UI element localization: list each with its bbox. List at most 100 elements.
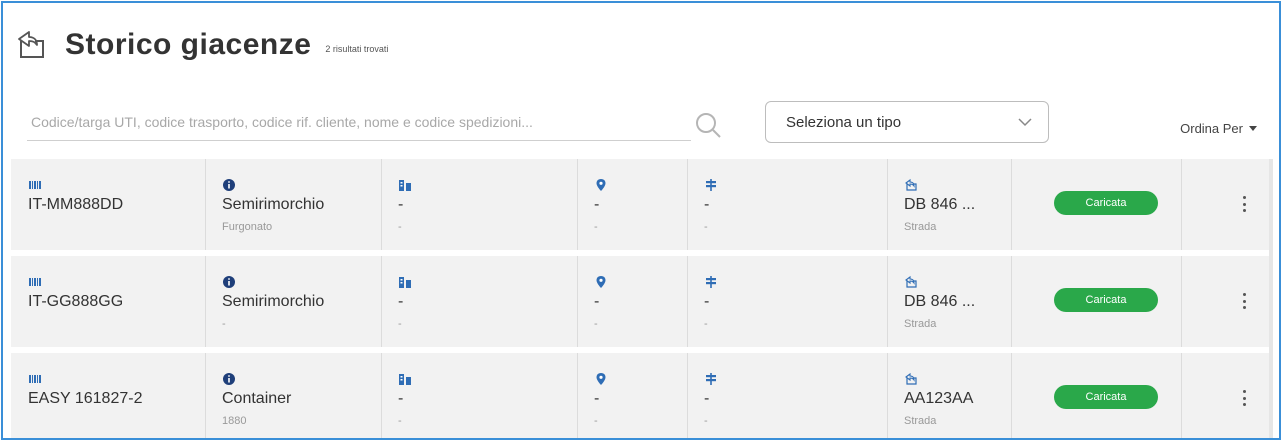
status-badge: Caricata [1054,385,1158,409]
transport-cell: AA123AA Strada [887,353,1011,438]
box-return-icon [905,372,917,385]
building-cell: - - [381,353,577,438]
info-icon [223,276,235,288]
search-input[interactable] [27,107,691,137]
type-cell: Semirimorchio - [205,256,381,347]
location-cell: - - [577,256,687,347]
transport-code: DB 846 ... [904,196,976,213]
status-badge: Caricata [1054,191,1158,215]
result-count: 2 risultati trovati [325,44,389,54]
status-badge: Caricata [1054,288,1158,312]
uti-code: IT-MM888DD [28,196,124,213]
signpost-icon [706,276,716,288]
signal-sub: - [704,221,708,233]
box-return-icon [905,178,917,191]
page-frame: Storico giacenze 2 risultati trovati Sel… [1,1,1281,440]
unit-subtype: - [222,318,226,330]
signal-sub: - [704,415,708,427]
location-value: - [594,390,600,407]
signal-cell: - - [687,353,887,438]
barcode-icon [29,181,41,189]
scrollbar[interactable] [1269,159,1273,438]
location-pin-icon [596,373,606,385]
barcode-icon [29,278,41,286]
more-options-icon[interactable] [1239,193,1249,215]
sort-label: Ordina Per [1180,121,1243,136]
unit-type: Semirimorchio [222,293,325,310]
list-item[interactable]: IT-MM888DD Semirimorchio Furgonato - - -… [11,159,1269,250]
location-pin-icon [596,276,606,288]
search-icon[interactable] [693,110,723,140]
unit-type: Container [222,390,292,407]
list-item[interactable]: EASY 161827-2 Container 1880 - - - - - -… [11,353,1269,438]
location-sub: - [594,221,598,233]
location-pin-icon [596,179,606,191]
divider [1011,159,1012,250]
building-value: - [398,390,404,407]
divider [1011,256,1012,347]
info-icon [223,179,235,191]
caret-down-icon [1249,126,1257,131]
signal-value: - [704,196,710,213]
building-sub: - [398,318,402,330]
type-select[interactable]: Seleziona un tipo [765,101,1049,143]
building-sub: - [398,221,402,233]
uti-code: EASY 161827-2 [28,390,143,407]
location-sub: - [594,415,598,427]
chevron-down-icon [1018,118,1032,127]
results-list: IT-MM888DD Semirimorchio Furgonato - - -… [11,159,1269,438]
transport-mode: Strada [904,221,937,233]
divider [1181,159,1182,250]
transport-mode: Strada [904,415,937,427]
transport-code: DB 846 ... [904,293,976,310]
divider [1181,256,1182,347]
signal-sub: - [704,318,708,330]
signpost-icon [706,179,716,191]
info-icon [223,373,235,385]
barcode-icon [29,375,41,383]
divider [1011,353,1012,438]
building-icon [399,374,411,385]
page-title: Storico giacenze [65,28,312,61]
box-return-icon [905,275,917,288]
building-value: - [398,293,404,310]
location-cell: - - [577,159,687,250]
type-cell: Container 1880 [205,353,381,438]
signpost-icon [706,373,716,385]
signal-cell: - - [687,256,887,347]
building-icon [399,277,411,288]
location-cell: - - [577,353,687,438]
unit-type: Semirimorchio [222,196,325,213]
unit-subtype: Furgonato [222,221,273,233]
signal-value: - [704,390,710,407]
unit-subtype: 1880 [222,415,247,427]
location-value: - [594,293,600,310]
location-sub: - [594,318,598,330]
transport-mode: Strada [904,318,937,330]
building-sub: - [398,415,402,427]
uti-cell: IT-GG888GG [11,256,205,347]
divider [1181,353,1182,438]
transport-cell: DB 846 ... Strada [887,159,1011,250]
building-cell: - - [381,256,577,347]
signal-cell: - - [687,159,887,250]
building-icon [399,180,411,191]
more-options-icon[interactable] [1239,290,1249,312]
uti-code: IT-GG888GG [28,293,124,310]
transport-code: AA123AA [904,390,974,407]
list-item[interactable]: IT-GG888GG Semirimorchio - - - - - - - D… [11,256,1269,347]
signal-value: - [704,293,710,310]
building-value: - [398,196,404,213]
uti-cell: EASY 161827-2 [11,353,205,438]
more-options-icon[interactable] [1239,387,1249,409]
box-return-icon [18,31,44,58]
uti-cell: IT-MM888DD [11,159,205,250]
sort-button[interactable]: Ordina Per [1180,121,1257,136]
search-field[interactable] [27,107,691,141]
page-header: Storico giacenze 2 risultati trovati [15,25,388,65]
building-cell: - - [381,159,577,250]
type-select-value: Seleziona un tipo [786,113,902,131]
type-cell: Semirimorchio Furgonato [205,159,381,250]
transport-cell: DB 846 ... Strada [887,256,1011,347]
location-value: - [594,196,600,213]
